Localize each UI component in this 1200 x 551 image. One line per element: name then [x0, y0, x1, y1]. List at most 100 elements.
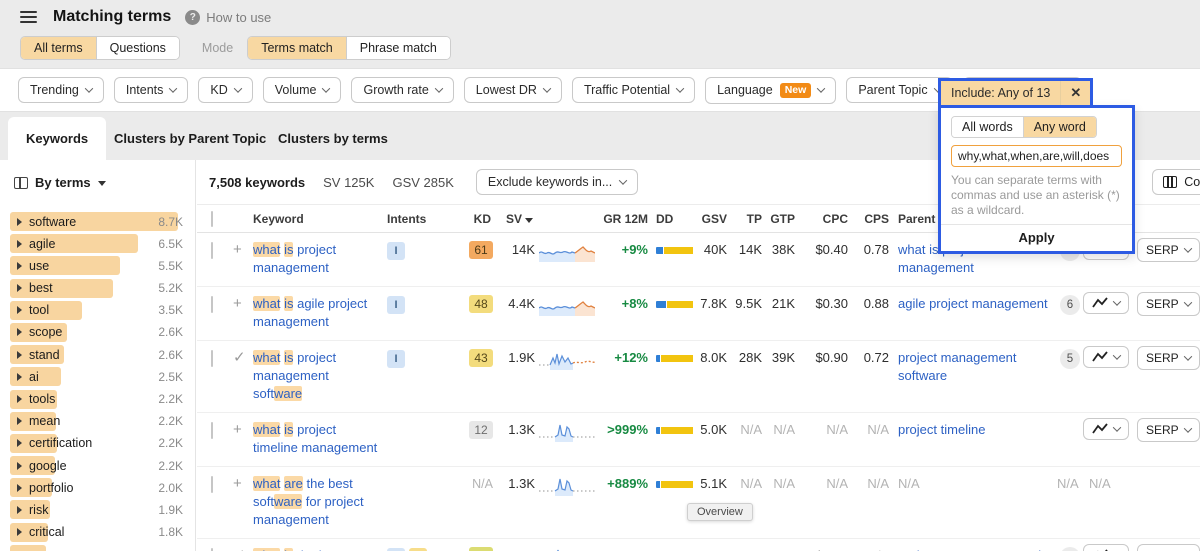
col-header-gsv[interactable]: GSV [695, 205, 727, 226]
chevron-down-icon [1183, 298, 1191, 306]
serp-button[interactable]: SERP [1137, 292, 1200, 316]
filter-trending[interactable]: Trending [18, 77, 104, 103]
hamburger-menu-icon[interactable] [20, 11, 37, 23]
remove-filter-icon[interactable]: ✕ [1061, 85, 1090, 101]
add-keyword-icon[interactable]: + [233, 241, 253, 258]
term-item[interactable]: risk1.9K [10, 500, 195, 519]
col-header-gr12m[interactable]: GR 12M [597, 205, 648, 226]
filter-volume[interactable]: Volume [263, 77, 342, 103]
sv-trend-sparkline [535, 421, 597, 446]
term-item[interactable]: best5.2K [10, 279, 195, 298]
tab-phrase-match[interactable]: Phrase match [346, 37, 450, 59]
filter-traffic-potential[interactable]: Traffic Potential [572, 77, 695, 103]
col-header-keyword[interactable]: Keyword [253, 205, 381, 226]
term-item[interactable]: ai2.5K [10, 367, 195, 386]
term-item-partial[interactable] [10, 545, 195, 551]
add-keyword-icon[interactable]: + [233, 475, 253, 492]
gtp-value: 39K [762, 349, 795, 365]
term-item[interactable]: use5.5K [10, 256, 195, 275]
gtp-value: N/A [762, 421, 795, 437]
term-item[interactable]: portfolio2.0K [10, 478, 195, 497]
terms-sidebar: By terms software8.7K agile6.5K use5.5K … [0, 160, 196, 551]
columns-button[interactable]: Col [1152, 169, 1200, 195]
keyword-link[interactable]: what is project management software [253, 350, 336, 401]
question-circle-icon: ? [185, 10, 200, 25]
chevron-down-icon [1113, 423, 1121, 431]
filter-growth-rate[interactable]: Growth rate [351, 77, 453, 103]
col-header-cps[interactable]: CPS [848, 205, 889, 226]
sidebar-mode-dropdown[interactable]: By terms [0, 160, 195, 205]
sv-trend-sparkline [535, 349, 597, 374]
serp-button[interactable]: SERP [1137, 238, 1200, 262]
parent-topic-link[interactable]: project timeline [898, 422, 985, 437]
chevron-down-icon [85, 84, 93, 92]
row-checkbox[interactable] [211, 296, 213, 313]
keyword-link[interactable]: what is agile project management [253, 296, 367, 329]
term-item[interactable]: critical1.8K [10, 523, 195, 542]
trend-chart-button[interactable] [1083, 418, 1129, 440]
term-item[interactable]: agile6.5K [10, 234, 195, 253]
term-item[interactable]: tools2.2K [10, 390, 195, 409]
filter-lowest-dr[interactable]: Lowest DR [464, 77, 562, 103]
row-checkbox[interactable] [211, 242, 213, 259]
trend-chart-button[interactable] [1083, 346, 1129, 368]
term-item[interactable]: certification2.2K [10, 434, 195, 453]
serp-button[interactable]: SERP [1137, 544, 1200, 551]
columns-icon [1163, 176, 1177, 188]
keyword-link[interactable]: what are the best software for project m… [253, 476, 364, 527]
term-item[interactable]: google2.2K [10, 456, 195, 475]
parent-topic-link[interactable]: agile project management [898, 296, 1048, 311]
apply-button[interactable]: Apply [941, 224, 1132, 251]
term-item[interactable]: scope2.6K [10, 323, 195, 342]
added-keyword-check-icon[interactable]: ✓ [233, 547, 253, 551]
tab-any-word[interactable]: Any word [1023, 117, 1096, 137]
row-checkbox[interactable] [211, 476, 213, 493]
add-keyword-icon[interactable]: + [233, 295, 253, 312]
exclude-keywords-dropdown[interactable]: Exclude keywords in... [476, 169, 638, 195]
keyword-link[interactable]: what is project timeline management [253, 422, 377, 455]
chevron-down-icon [1183, 244, 1191, 252]
keyword-link[interactable]: what is project management [253, 242, 336, 275]
term-item[interactable]: tool3.5K [10, 301, 195, 320]
col-header-cpc[interactable]: CPC [795, 205, 848, 226]
add-keyword-icon[interactable]: + [233, 421, 253, 438]
col-header-dd[interactable]: DD [648, 205, 695, 226]
how-to-use-link[interactable]: ? How to use [185, 10, 271, 25]
term-volume-bar [10, 279, 113, 298]
term-item[interactable]: software8.7K [10, 212, 195, 231]
include-filter-chip[interactable]: Include: Any of 13 ✕ [938, 78, 1093, 108]
tab-keywords[interactable]: Keywords [8, 117, 106, 160]
trend-chart-button[interactable] [1083, 544, 1129, 551]
dd-bar [648, 295, 695, 308]
col-header-gtp[interactable]: GTP [762, 205, 795, 226]
term-item[interactable]: mean2.2K [10, 412, 195, 431]
serp-button[interactable]: SERP [1137, 418, 1200, 442]
include-terms-input[interactable] [951, 145, 1122, 167]
filter-parent-topic[interactable]: Parent Topic [846, 77, 952, 103]
filter-language[interactable]: LanguageNew [705, 77, 836, 104]
gtp-value: N/A [762, 475, 795, 491]
cps-value: N/A [848, 475, 889, 491]
col-header-intents[interactable]: Intents [381, 205, 453, 226]
tab-clusters-by-parent-topic[interactable]: Clusters by Parent Topic [96, 117, 284, 160]
term-item[interactable]: stand2.6K [10, 345, 195, 364]
tab-clusters-by-terms[interactable]: Clusters by terms [260, 117, 406, 160]
parent-topic-link[interactable]: project management software [898, 350, 1017, 383]
row-checkbox[interactable] [211, 422, 213, 439]
tab-terms-match[interactable]: Terms match [248, 37, 346, 59]
growth-rate-value: +8% [597, 295, 648, 311]
select-all-checkbox[interactable] [211, 211, 213, 227]
filter-intents[interactable]: Intents [114, 77, 189, 103]
col-header-kd[interactable]: KD [453, 205, 497, 226]
col-header-tp[interactable]: TP [727, 205, 762, 226]
tab-all-terms[interactable]: All terms [21, 37, 96, 59]
trend-chart-button[interactable] [1083, 292, 1129, 314]
col-header-sv[interactable]: SV [497, 205, 535, 226]
filter-kd[interactable]: KD [198, 77, 252, 103]
row-checkbox[interactable] [211, 350, 213, 367]
tab-questions[interactable]: Questions [96, 37, 179, 59]
added-keyword-check-icon[interactable]: ✓ [233, 349, 253, 366]
serp-button[interactable]: SERP [1137, 346, 1200, 370]
tab-all-words[interactable]: All words [952, 117, 1023, 137]
sv-value: 1.3K [497, 475, 535, 491]
